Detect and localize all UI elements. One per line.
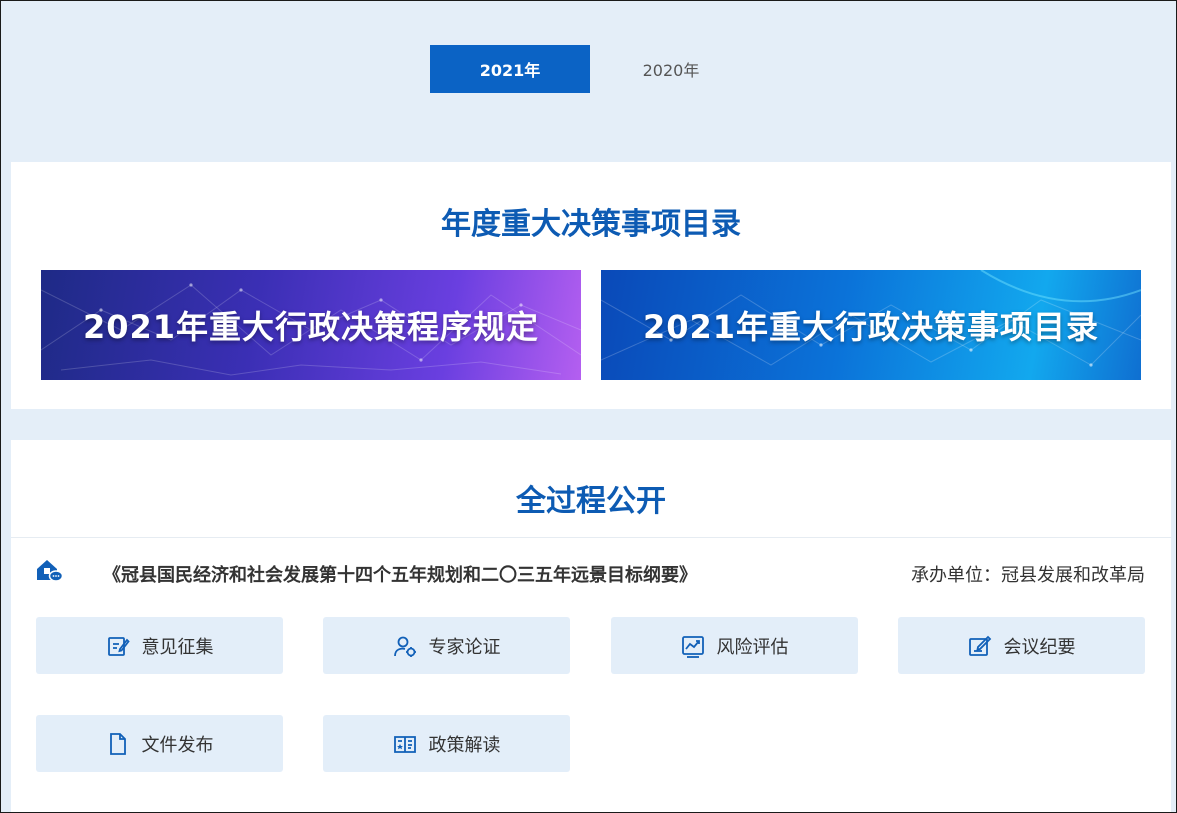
catalog-panel: 年度重大决策事项目录 2021年重大行政决策程序规定 2021年重大行政决策事项… xyxy=(11,162,1171,409)
edit-note-icon xyxy=(107,636,130,656)
file-release-button[interactable]: 文件发布 xyxy=(36,715,283,772)
risk-chart-icon xyxy=(681,635,704,658)
process-section-title: 全过程公开 xyxy=(516,484,666,519)
banner-procedure-rules[interactable]: 2021年重大行政决策程序规定 xyxy=(41,270,581,380)
tab-2020[interactable]: 2020年 xyxy=(591,45,751,93)
tab-2021[interactable]: 2021年 xyxy=(430,45,590,93)
opinion-collection-button[interactable]: 意见征集 xyxy=(36,617,283,674)
page-frame: 2021年 2020年 年度重大决策事项目录 2021年重大行政决策程序规定 2… xyxy=(0,0,1177,813)
catalog-section-title: 年度重大决策事项目录 xyxy=(441,207,741,242)
meeting-minutes-button[interactable]: 会议纪要 xyxy=(898,617,1145,674)
opinion-collection-label: 意见征集 xyxy=(141,636,214,658)
expert-review-button[interactable]: 专家论证 xyxy=(323,617,570,674)
policy-book-icon xyxy=(393,735,416,753)
banner-procedure-rules-label: 2021年重大行政决策程序规定 xyxy=(82,308,540,346)
banner-decision-catalog[interactable]: 2021年重大行政决策事项目录 xyxy=(601,270,1141,380)
risk-assessment-button[interactable]: 风险评估 xyxy=(611,617,858,674)
meeting-minutes-label: 会议纪要 xyxy=(1003,636,1076,658)
document-icon xyxy=(109,732,126,755)
banner-decision-catalog-label: 2021年重大行政决策事项目录 xyxy=(642,308,1100,346)
process-panel: 全过程公开 《冠县国民经济和社会发展第十四个五年规划和二〇三五年远景目标纲要》 … xyxy=(11,440,1171,812)
expert-review-label: 专家论证 xyxy=(428,636,501,658)
section-divider xyxy=(11,537,1171,538)
decision-item-organizer: 承办单位：冠县发展和改革局 xyxy=(911,565,1145,586)
file-release-label: 文件发布 xyxy=(141,734,214,756)
meeting-edit-icon xyxy=(968,635,991,656)
expert-user-icon xyxy=(393,636,416,657)
risk-assessment-label: 风险评估 xyxy=(716,636,789,658)
decision-item-title[interactable]: 《冠县国民经济和社会发展第十四个五年规划和二〇三五年远景目标纲要》 xyxy=(103,561,697,587)
policy-interpretation-label: 政策解读 xyxy=(428,734,501,756)
policy-interpretation-button[interactable]: 政策解读 xyxy=(323,715,570,772)
house-chat-icon xyxy=(37,560,63,582)
